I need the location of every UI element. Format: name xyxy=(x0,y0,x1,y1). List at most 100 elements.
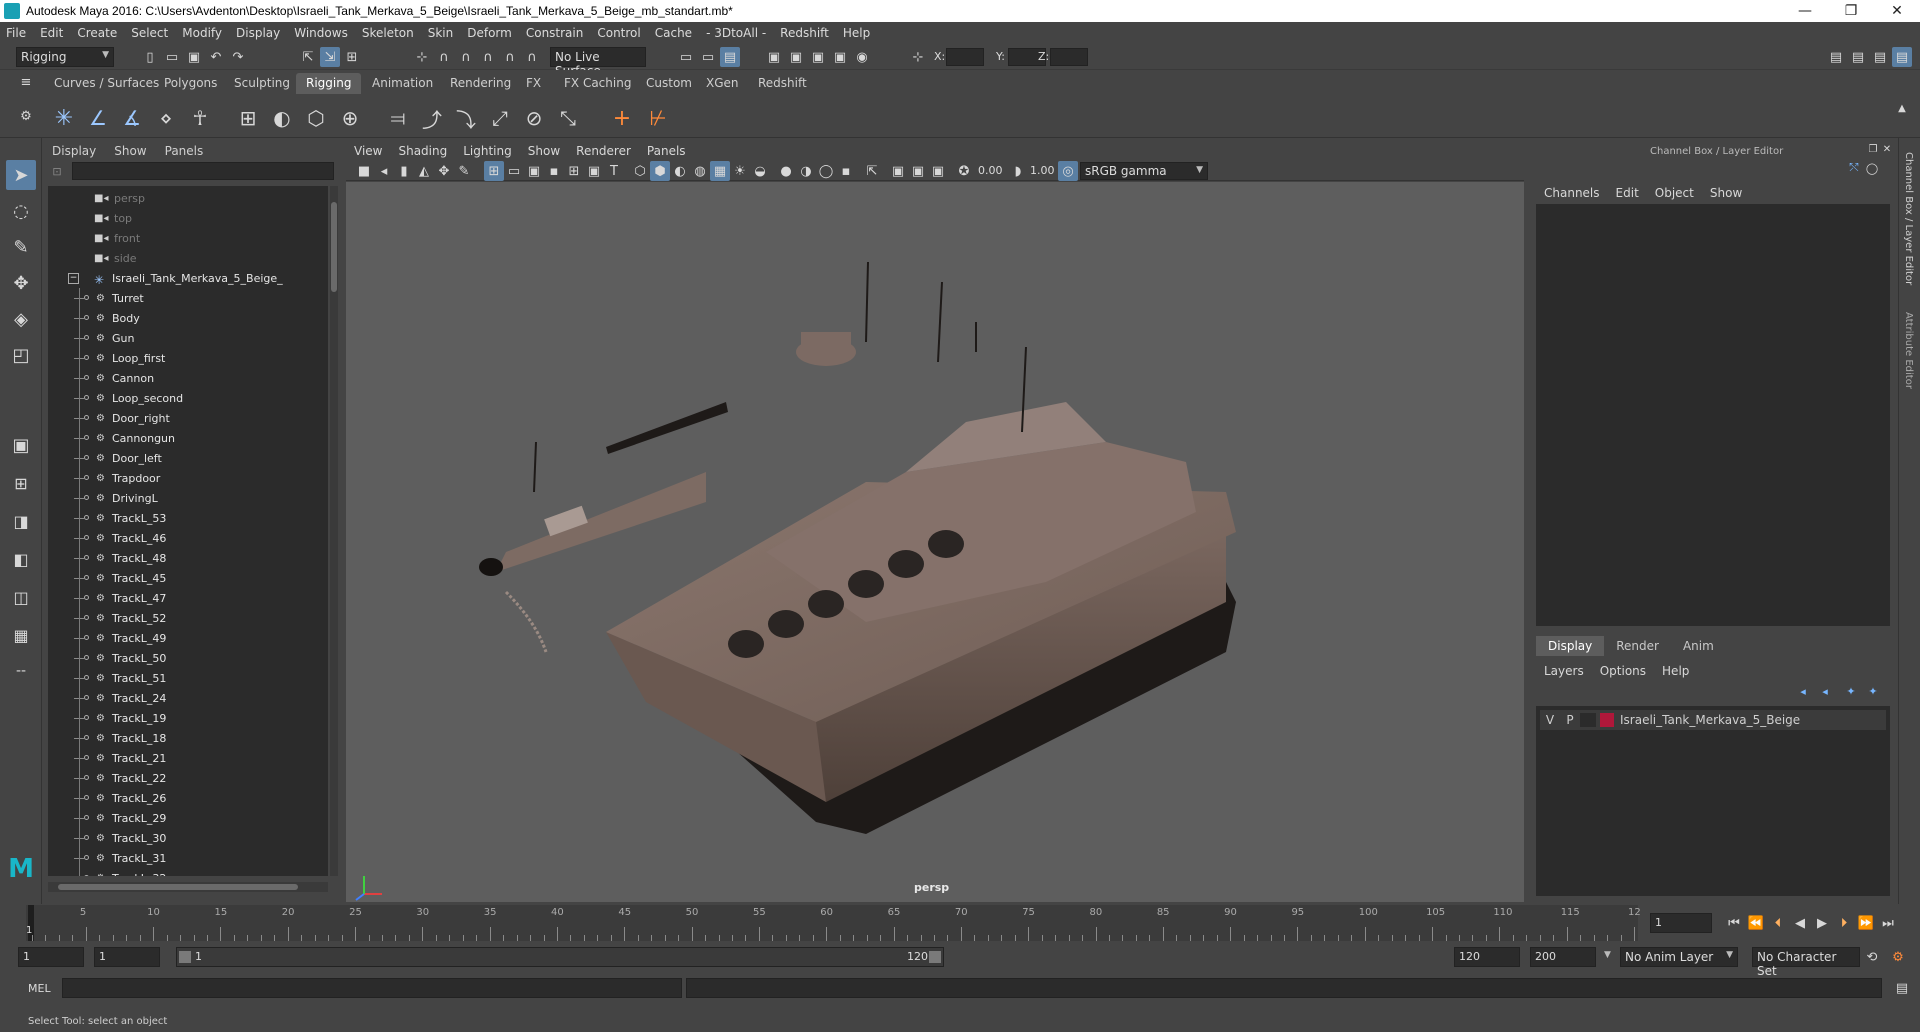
live-surface-field[interactable]: No Live Surface xyxy=(550,47,646,78)
side-tab-attribute-editor[interactable]: Attribute Editor xyxy=(1903,312,1914,389)
select-component-icon[interactable]: ⊞ xyxy=(342,47,362,67)
outliner-item[interactable]: ⚙ TrackL_53 xyxy=(48,508,328,528)
snap-surface-icon[interactable]: ∩ xyxy=(500,47,520,67)
menu-help[interactable]: Help xyxy=(843,26,870,40)
film-gate-icon[interactable]: ▭ xyxy=(504,161,524,181)
lattice-icon[interactable]: ⬡ xyxy=(302,104,330,132)
shelf-tab-curves[interactable]: Curves / Surfaces xyxy=(44,73,169,94)
layer-color-swatch[interactable] xyxy=(1600,713,1614,727)
outliner-filter-icon[interactable]: ⊡ xyxy=(48,162,66,180)
snap-grid-icon[interactable]: ⊹ xyxy=(412,47,432,67)
channel-menu-show[interactable]: Show xyxy=(1710,186,1742,200)
quick-rig-icon[interactable]: ☥ xyxy=(186,104,214,132)
time-slider[interactable]: 1 5 10 15 20 25 30 35 40 45 50 55 60 65 70 75 80 85 90 95 1… xyxy=(26,905,1647,941)
viewport-menu-show[interactable]: Show xyxy=(528,144,560,158)
bookmark-icon[interactable]: ▮ xyxy=(394,161,414,181)
outliner-item[interactable]: ⚙ Cannon xyxy=(48,368,328,388)
scroll-thumb[interactable] xyxy=(58,884,298,890)
outliner-item[interactable]: ⚙TrackL_32 xyxy=(48,868,328,876)
image-plane-icon[interactable]: ◭ xyxy=(414,161,434,181)
menu-3dtoall[interactable]: - 3DtoAll - xyxy=(706,26,766,40)
select-object-icon[interactable]: ⇲ xyxy=(320,47,340,67)
minimize-button[interactable]: — xyxy=(1782,3,1828,19)
outliner-item[interactable]: ⚙ TrackL_22 xyxy=(48,768,328,788)
locator-icon[interactable]: + xyxy=(608,104,636,132)
x-field[interactable] xyxy=(946,48,984,66)
move-layer-down-icon[interactable]: ◂ xyxy=(1816,682,1834,700)
go-to-end-icon[interactable]: ⏭ xyxy=(1878,913,1898,933)
four-view-icon[interactable]: ⊞ xyxy=(6,468,36,498)
viewport-menu-shading[interactable]: Shading xyxy=(398,144,447,158)
insert-joint-icon[interactable]: ⋄ xyxy=(152,104,180,132)
orient-constraint-icon[interactable]: ⤵ xyxy=(452,104,480,132)
outliner-item[interactable]: ⚙ Loop_second xyxy=(48,388,328,408)
multisample-aa-icon[interactable]: ◯ xyxy=(816,161,836,181)
snap-view-icon[interactable]: ∩ xyxy=(478,47,498,67)
auto-key-icon[interactable]: ⟲ xyxy=(1862,947,1882,967)
outliner-item-root[interactable]: − ✳ Israeli_Tank_Merkava_5_Beige_ xyxy=(48,268,328,288)
paint-select-icon[interactable]: ✎ xyxy=(6,232,36,262)
outliner-menu-display[interactable]: Display xyxy=(52,144,96,158)
outliner-item[interactable]: ⚙ Door_right xyxy=(48,408,328,428)
save-scene-icon[interactable]: ▣ xyxy=(184,47,204,67)
single-perspective-icon[interactable]: ▣ xyxy=(6,430,36,460)
menu-redshift[interactable]: Redshift xyxy=(780,26,829,40)
close-button[interactable]: ✕ xyxy=(1874,3,1920,19)
outliner-item[interactable]: ⚙ TrackL_47 xyxy=(48,588,328,608)
step-forward-key-icon[interactable]: ⏩ xyxy=(1856,913,1876,933)
layout-hypershade-icon[interactable]: ▦ xyxy=(6,620,36,650)
select-tool-icon[interactable]: ➤ xyxy=(6,160,36,190)
layer-row[interactable]: V P Israeli_Tank_Merkava_5_Beige xyxy=(1540,710,1886,730)
field-chart-icon[interactable]: ⊞ xyxy=(564,161,584,181)
outliner-item[interactable]: ⚙ DrivingL xyxy=(48,488,328,508)
collapse-icon[interactable]: − xyxy=(68,273,79,284)
outliner-item[interactable]: ⚙ Body xyxy=(48,308,328,328)
render-current-icon[interactable]: ▣ xyxy=(786,47,806,67)
anim-start-field[interactable]: 1 xyxy=(18,947,84,967)
paint-weights-icon[interactable]: ◐ xyxy=(268,104,296,132)
go-to-start-icon[interactable]: ⏮ xyxy=(1724,913,1744,933)
layout-tall-icon[interactable]: ◫ xyxy=(6,582,36,612)
outliner-item[interactable]: ⚙ TrackL_18 xyxy=(48,728,328,748)
grid-icon[interactable]: ⊞ xyxy=(484,161,504,181)
outliner-menu-show[interactable]: Show xyxy=(114,144,146,158)
lasso-tool-icon[interactable]: ◌ xyxy=(6,196,36,226)
tool-settings-icon[interactable]: ▤ xyxy=(1870,47,1890,67)
character-set-dropdown[interactable]: No Character Set xyxy=(1752,947,1860,978)
shelf-tab-animation[interactable]: Animation xyxy=(362,73,443,94)
scale-tool-icon[interactable]: ◰ xyxy=(6,340,36,370)
current-frame-field[interactable]: 1 xyxy=(1650,913,1712,933)
outliner-item[interactable]: ⚙ TrackL_31 xyxy=(48,848,328,868)
open-scene-icon[interactable]: ▭ xyxy=(162,47,182,67)
safe-title-icon[interactable]: T xyxy=(604,161,624,181)
wireframe-on-shaded-icon[interactable]: ◍ xyxy=(690,161,710,181)
menu-constrain[interactable]: Constrain xyxy=(526,26,584,40)
layer-type-toggle[interactable] xyxy=(1580,713,1596,727)
layer-tab-display[interactable]: Display xyxy=(1536,636,1605,656)
outliner-item[interactable]: ⚙ Loop_first xyxy=(48,348,328,368)
menu-skeleton[interactable]: Skeleton xyxy=(362,26,414,40)
side-tab-channel-box[interactable]: Channel Box / Layer Editor xyxy=(1903,152,1914,285)
outliner-horizontal-scrollbar[interactable] xyxy=(48,882,328,892)
2d-pan-icon[interactable]: ✥ xyxy=(434,161,454,181)
shadows-icon[interactable]: ◒ xyxy=(750,161,770,181)
close-icon[interactable]: ✕ xyxy=(1880,142,1894,156)
move-layer-up-icon[interactable]: ◂ xyxy=(1794,682,1812,700)
z-field[interactable] xyxy=(1050,48,1088,66)
shelf-settings-icon[interactable]: ⚙ xyxy=(16,106,36,126)
motion-blur-icon[interactable]: ◑ xyxy=(796,161,816,181)
shelf-tab-rigging[interactable]: Rigging xyxy=(296,73,362,94)
colorspace-dropdown[interactable]: sRGB gamma ▼ xyxy=(1080,162,1208,180)
exposure-icon[interactable]: ✪ xyxy=(954,161,974,181)
viewport-menu-renderer[interactable]: Renderer xyxy=(576,144,631,158)
command-language-label[interactable]: MEL xyxy=(28,982,51,995)
shelf-tab-rendering[interactable]: Rendering xyxy=(440,73,521,94)
menu-windows[interactable]: Windows xyxy=(294,26,348,40)
outliner-item[interactable]: ⚙ TrackL_49 xyxy=(48,628,328,648)
color-management-icon[interactable]: ◎ xyxy=(1058,161,1078,181)
camera-attributes-icon[interactable]: ◂ xyxy=(374,161,394,181)
outliner-item[interactable]: ⚙ TrackL_30 xyxy=(48,828,328,848)
shelf-tab-fx-caching[interactable]: FX Caching xyxy=(554,73,641,94)
playback-end-field[interactable]: 120 xyxy=(1454,947,1520,967)
range-end-handle[interactable] xyxy=(929,951,941,963)
